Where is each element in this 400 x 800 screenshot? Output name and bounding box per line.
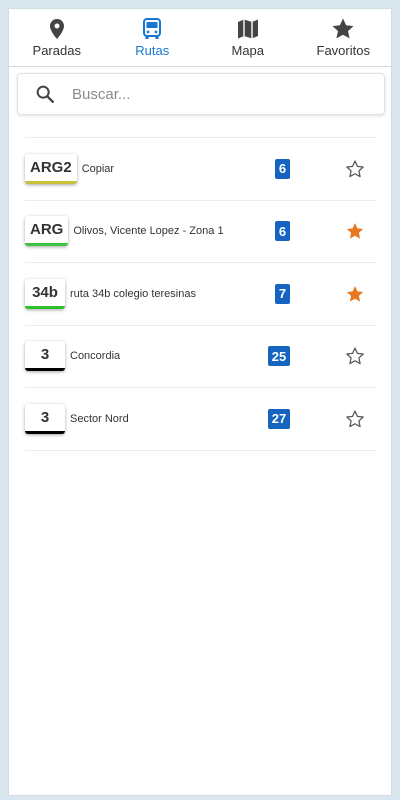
route-code-badge: 3 bbox=[25, 403, 65, 434]
route-name: Concordia bbox=[70, 350, 121, 363]
stop-count-badge: 6 bbox=[275, 158, 290, 179]
star-filled-icon[interactable] bbox=[345, 221, 365, 241]
route-name: Olivos, Vicente Lopez - Zona 1 bbox=[73, 225, 224, 238]
stop-count-badge: 7 bbox=[275, 283, 290, 304]
bus-icon bbox=[143, 18, 162, 39]
tab-label-favoritos: Favoritos bbox=[316, 43, 370, 58]
tab-rutas[interactable]: Rutas bbox=[105, 9, 201, 66]
route-row[interactable]: 3 Sector Nord 27 bbox=[25, 388, 377, 451]
map-icon bbox=[237, 19, 258, 39]
stop-count-badge: 27 bbox=[268, 408, 290, 429]
route-list: ARG2 Copiar 6 ARG Olivos, Vicente Lopez … bbox=[25, 137, 377, 451]
search-icon[interactable] bbox=[34, 83, 56, 105]
route-name: ruta 34b colegio teresinas bbox=[70, 287, 196, 300]
tab-favoritos[interactable]: Favoritos bbox=[296, 9, 392, 66]
route-code-badge: 3 bbox=[25, 341, 65, 372]
route-code-badge: ARG bbox=[25, 216, 69, 247]
tab-mapa[interactable]: Mapa bbox=[200, 9, 296, 66]
star-outline-icon[interactable] bbox=[345, 346, 365, 366]
star-icon bbox=[332, 18, 354, 39]
tab-label-paradas: Paradas bbox=[32, 43, 81, 58]
route-row[interactable]: 3 Concordia 25 bbox=[25, 326, 377, 388]
route-code-badge: 34b bbox=[25, 278, 65, 309]
stop-count-badge: 6 bbox=[275, 221, 290, 242]
star-outline-icon[interactable] bbox=[345, 159, 365, 179]
search-input[interactable] bbox=[72, 85, 362, 103]
tab-label-mapa: Mapa bbox=[231, 43, 265, 58]
route-name: Copiar bbox=[81, 162, 115, 175]
route-name: Sector Nord bbox=[70, 412, 129, 425]
route-row[interactable]: ARG2 Copiar 6 bbox=[25, 138, 377, 201]
app-window: Paradas Rutas Mapa Favoritos Buscar... A… bbox=[8, 8, 392, 796]
route-code-badge: ARG2 bbox=[25, 153, 77, 184]
route-row[interactable]: ARG Olivos, Vicente Lopez - Zona 1 6 bbox=[25, 201, 377, 263]
search-bar bbox=[17, 73, 385, 115]
tab-bar: Paradas Rutas Mapa Favoritos bbox=[9, 9, 391, 67]
star-outline-icon[interactable] bbox=[345, 409, 365, 429]
map-pin-icon bbox=[49, 19, 64, 39]
stop-count-badge: 25 bbox=[268, 346, 290, 367]
star-filled-icon[interactable] bbox=[345, 284, 365, 304]
tab-label-rutas: Rutas bbox=[135, 43, 170, 58]
tab-paradas[interactable]: Paradas bbox=[9, 9, 105, 66]
route-row[interactable]: 34b ruta 34b colegio teresinas 7 bbox=[25, 263, 377, 326]
